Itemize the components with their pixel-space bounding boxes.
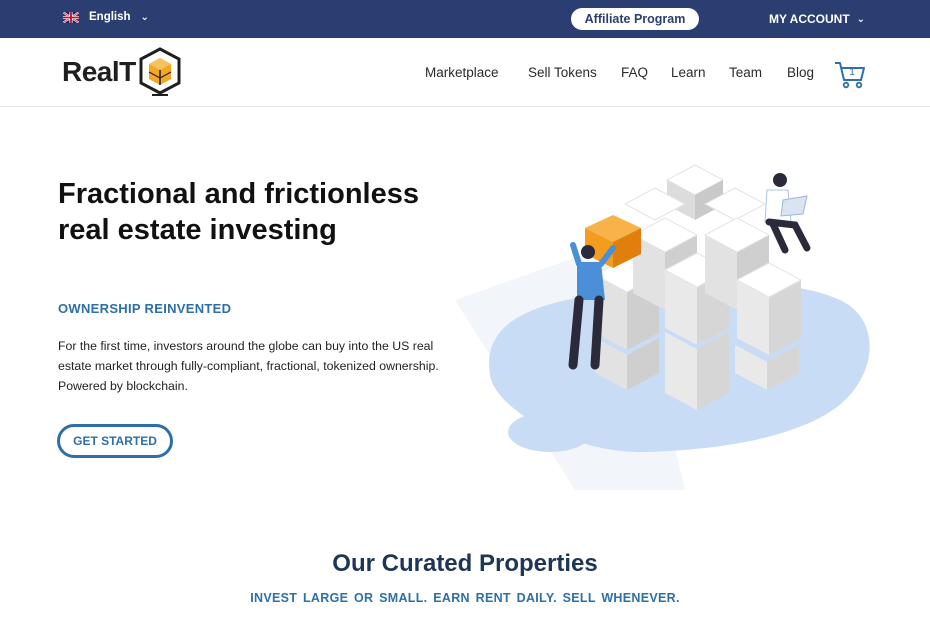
nav-team[interactable]: Team bbox=[729, 65, 762, 80]
my-account-label: MY ACCOUNT bbox=[769, 12, 850, 26]
hero-description: For the first time, investors around the… bbox=[58, 339, 439, 393]
chevron-down-icon: ⌄ bbox=[140, 11, 149, 23]
curated-title: Our Curated Properties bbox=[332, 550, 598, 577]
nav-marketplace[interactable]: Marketplace bbox=[425, 65, 499, 80]
woman-figure bbox=[764, 173, 811, 254]
chevron-down-icon: ⌄ bbox=[856, 13, 866, 25]
hero-subtitle: OWNERSHIP REINVENTED bbox=[58, 301, 232, 316]
language-selector[interactable]: English ⌄ bbox=[63, 11, 149, 23]
curated-subtitle: INVEST LARGE OR SMALL. EARN RENT DAILY. … bbox=[250, 591, 680, 605]
logo-text: RealT bbox=[62, 56, 136, 87]
cart-icon: 1 bbox=[835, 62, 865, 89]
top-bar: English ⌄ Affiliate Program MY ACCOUNT ⌄ bbox=[0, 0, 930, 38]
realt-cube-logo-icon bbox=[139, 47, 181, 96]
cart-button[interactable]: 1 bbox=[834, 60, 866, 95]
realt-logo[interactable]: RealT bbox=[62, 46, 182, 98]
hero-illustration bbox=[455, 164, 870, 490]
nav-blog[interactable]: Blog bbox=[787, 65, 814, 80]
main-header: RealT Marketplace Sell Tokens FAQ Learn … bbox=[0, 38, 930, 107]
affiliate-program-button[interactable]: Affiliate Program bbox=[571, 8, 699, 30]
my-account-menu[interactable]: MY ACCOUNT ⌄ bbox=[769, 12, 865, 26]
uk-flag-icon bbox=[63, 11, 79, 23]
nav-learn[interactable]: Learn bbox=[671, 65, 706, 80]
cart-count: 1 bbox=[849, 67, 855, 78]
nav-faq[interactable]: FAQ bbox=[621, 65, 648, 80]
get-started-button[interactable]: GET STARTED bbox=[57, 424, 173, 458]
language-label: English bbox=[89, 11, 131, 23]
nav-sell-tokens[interactable]: Sell Tokens bbox=[528, 65, 597, 80]
hero-title: Fractional and frictionless real estate … bbox=[58, 178, 419, 246]
